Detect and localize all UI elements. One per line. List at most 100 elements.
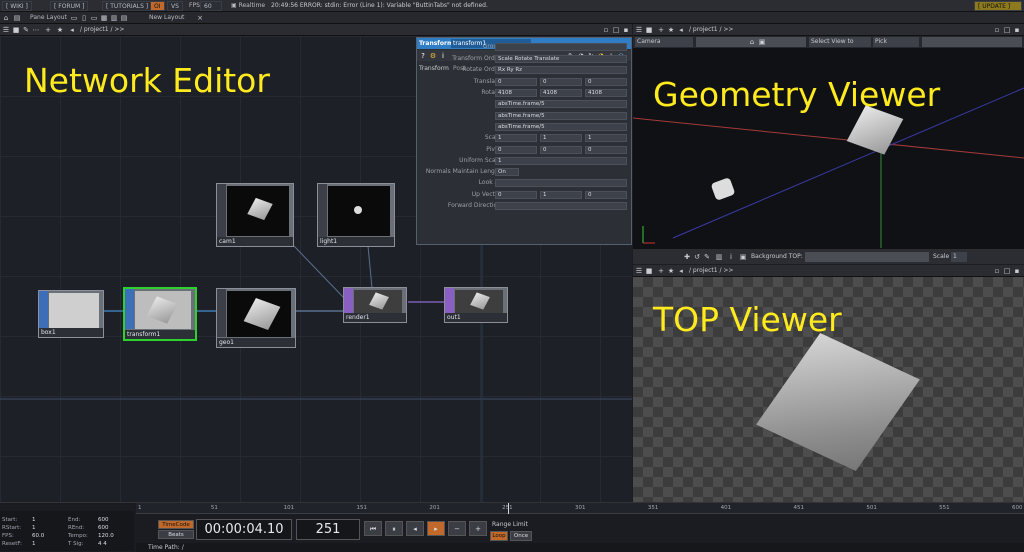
menu-icon[interactable]: ☰ (2, 26, 10, 34)
move-icon[interactable]: ✚ (683, 253, 691, 261)
display-icon[interactable]: ▣ (739, 253, 747, 261)
pane-max-icon[interactable]: □ (1003, 267, 1011, 275)
wrench-icon[interactable]: ✎ (703, 253, 711, 261)
panel-icon[interactable]: ▤ (13, 14, 21, 22)
geometry-viewer[interactable]: Geometry Viewer (633, 48, 1024, 248)
layout4-icon[interactable]: ▦ (100, 14, 108, 22)
new-layout-button[interactable]: New Layout (146, 13, 187, 23)
node-transform1[interactable]: transform1 (123, 287, 197, 341)
top-path[interactable]: / project1 / >> (689, 267, 733, 274)
home-icon[interactable]: ⌂ (2, 14, 10, 22)
pane-max-icon[interactable]: □ (612, 26, 620, 34)
pick-dropdown[interactable]: Pick (873, 37, 919, 47)
wiki-link[interactable]: [ WIKI ] (2, 1, 32, 11)
star-icon[interactable]: ★ (667, 26, 675, 34)
tutorials-link[interactable]: [ TUTORIALS ] (102, 1, 153, 11)
param-field[interactable]: 1 (495, 134, 537, 142)
top-viewer[interactable]: TOP Viewer (633, 277, 1024, 502)
node-render1[interactable]: render1 (343, 287, 407, 323)
node-geo1[interactable]: geo1 (216, 288, 296, 348)
param-field[interactable]: absTime.frame/5 (495, 123, 627, 131)
home-view-icon[interactable]: ⌂ (748, 38, 756, 46)
dots-icon[interactable]: ⋯ (32, 26, 40, 34)
info-icon[interactable]: i (727, 253, 735, 261)
playhead[interactable] (508, 503, 509, 514)
step-back-button[interactable]: − (448, 521, 466, 536)
edit-icon[interactable]: ✎ (22, 26, 30, 34)
layout2-icon[interactable]: ▯ (80, 14, 88, 22)
param-field[interactable] (495, 202, 627, 210)
layout1-icon[interactable]: ▭ (70, 14, 78, 22)
stop-icon[interactable]: ■ (12, 26, 20, 34)
play-reverse-button[interactable]: ◂ (406, 521, 424, 536)
param-field[interactable]: Rx Ry Rz (495, 66, 627, 74)
realtime-toggle[interactable]: ▣ Realtime (228, 1, 268, 11)
star-icon[interactable]: ★ (667, 267, 675, 275)
select-view-dropdown[interactable]: Select View to (809, 37, 871, 47)
param-field[interactable]: Scale Rotate Translate (495, 55, 627, 63)
camera-select[interactable]: Camera (635, 37, 693, 47)
param-field[interactable]: 0 (495, 78, 537, 86)
plus-icon[interactable]: + (657, 26, 665, 34)
back-icon[interactable]: ◂ (677, 267, 685, 275)
pause-button[interactable]: ⏸ (385, 521, 403, 536)
param-field[interactable]: 0 (540, 78, 582, 86)
scale-field[interactable]: 1 (951, 252, 967, 262)
pane-layout-button[interactable]: Pane Layout (27, 13, 70, 23)
param-field[interactable]: absTime.frame/5 (495, 112, 627, 120)
node-light1[interactable]: light1 (317, 183, 395, 247)
param-field[interactable]: 1 (540, 191, 582, 199)
pane-close-icon[interactable]: ▪ (1013, 267, 1021, 275)
param-field[interactable]: 0 (495, 146, 537, 154)
beats-button[interactable]: Beats (158, 530, 194, 539)
node-cam1[interactable]: cam1 (216, 183, 294, 247)
back-icon[interactable]: ◂ (68, 26, 76, 34)
node-box1[interactable]: box1 (38, 290, 104, 338)
close-layout-icon[interactable]: × (196, 14, 204, 22)
pane-close-icon[interactable]: ▪ (1013, 26, 1021, 34)
pane-max-icon[interactable]: □ (1003, 26, 1011, 34)
param-field[interactable]: 4108 (495, 89, 537, 97)
node-out1[interactable]: out1 (444, 287, 508, 323)
param-field[interactable] (495, 179, 627, 187)
param-field[interactable]: 4108 (540, 89, 582, 97)
oi-button[interactable]: OI (150, 1, 165, 11)
back-icon[interactable]: ◂ (677, 26, 685, 34)
layout5-icon[interactable]: ▥ (110, 14, 118, 22)
param-field[interactable]: On (495, 168, 519, 176)
timecode-display[interactable]: 00:00:04.10 (196, 519, 292, 540)
param-field[interactable] (495, 43, 627, 51)
pane-split-icon[interactable]: ▫ (602, 26, 610, 34)
param-field[interactable]: 1 (495, 157, 627, 165)
param-field[interactable]: 1 (585, 134, 627, 142)
loop-button[interactable]: Loop (490, 531, 508, 541)
frame-display[interactable]: 251 (296, 519, 360, 540)
rewind-button[interactable]: ⏮ (364, 521, 382, 536)
update-button[interactable]: [ UPDATE ] (974, 1, 1022, 11)
timeline-ruler[interactable]: 151101151201251301351401451501551600 (136, 503, 1024, 514)
pane-split-icon[interactable]: ▫ (993, 26, 1001, 34)
stop-icon[interactable]: ■ (645, 26, 653, 34)
param-field[interactable]: 0 (585, 146, 627, 154)
param-field[interactable]: 4108 (585, 89, 627, 97)
geo-path[interactable]: / project1 / >> (689, 26, 733, 33)
param-field[interactable]: 0 (585, 78, 627, 86)
trash-icon[interactable]: ▥ (715, 253, 723, 261)
step-forward-button[interactable]: + (469, 521, 487, 536)
menu-icon[interactable]: ☰ (635, 267, 643, 275)
param-field[interactable]: 0 (495, 191, 537, 199)
timecode-button[interactable]: TimeCode (158, 520, 194, 529)
pick-field[interactable] (922, 37, 1022, 47)
plus-icon[interactable]: + (657, 267, 665, 275)
stop-icon[interactable]: ■ (645, 267, 653, 275)
layout6-icon[interactable]: ▤ (120, 14, 128, 22)
param-field[interactable]: 0 (540, 146, 582, 154)
param-field[interactable]: absTime.frame/5 (495, 100, 627, 108)
param-field[interactable]: 0 (585, 191, 627, 199)
play-button[interactable]: ▸ (427, 521, 445, 536)
forum-link[interactable]: [ FORUM ] (50, 1, 89, 11)
star-icon[interactable]: ★ (56, 26, 64, 34)
pane-split-icon[interactable]: ▫ (993, 267, 1001, 275)
layout3-icon[interactable]: ▭ (90, 14, 98, 22)
background-top-field[interactable] (805, 252, 929, 262)
